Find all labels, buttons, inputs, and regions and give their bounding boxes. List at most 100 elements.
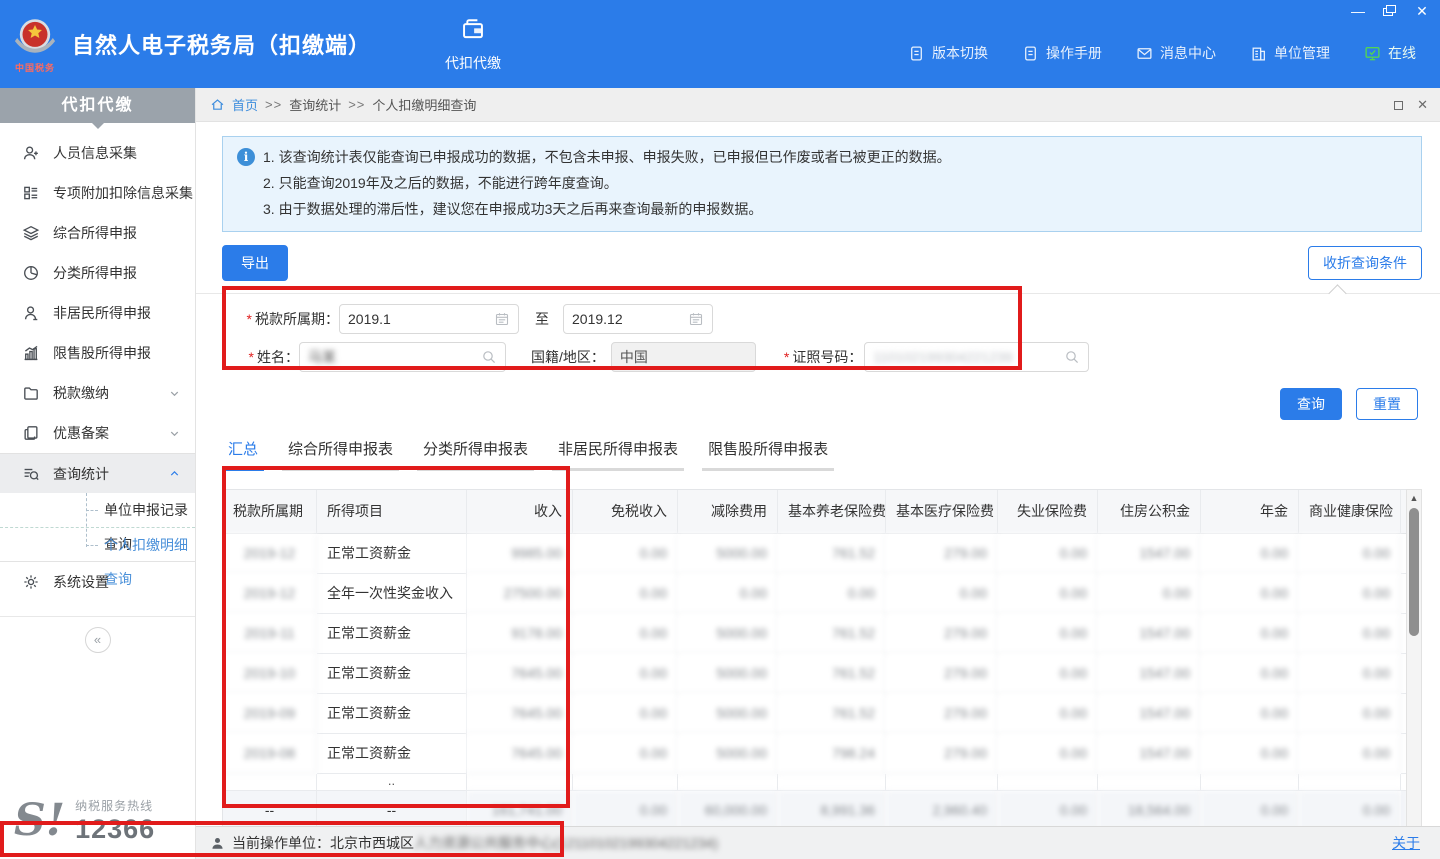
layers-icon bbox=[22, 224, 40, 242]
panel-maximize-button[interactable] bbox=[1394, 101, 1403, 110]
table-cell: 7645.00 bbox=[467, 734, 573, 774]
table-cell: 0.00 bbox=[1299, 734, 1401, 774]
info-icon: i bbox=[237, 148, 255, 166]
sidebar-item-nonresident-income-declaration[interactable]: 非居民所得申报 bbox=[0, 293, 195, 333]
table-cell: 1547.00 bbox=[1098, 614, 1201, 654]
sidebar-item-special-additional-deduction[interactable]: 专项附加扣除信息采集 bbox=[0, 173, 195, 213]
sidebar-item-restricted-shares-declaration[interactable]: 限售股所得申报 bbox=[0, 333, 195, 373]
search-list-icon bbox=[22, 465, 40, 483]
tab-comprehensive-report[interactable]: 综合所得申报表 bbox=[282, 438, 399, 471]
sidebar-item-personnel-info-collection[interactable]: 人员信息采集 bbox=[0, 133, 195, 173]
column-header: 减除费用 bbox=[678, 490, 778, 534]
table-cell-partial bbox=[998, 774, 1098, 791]
calendar-icon bbox=[688, 311, 704, 327]
tab-restricted-shares-report[interactable]: 限售股所得申报表 bbox=[702, 438, 834, 471]
tab-classified-report[interactable]: 分类所得申报表 bbox=[417, 438, 534, 471]
sidebar-subitem-unit-declaration-records-query[interactable]: 单位申报记录查询 bbox=[0, 493, 195, 527]
filters-row-period: *税款所属期： 2019.1 至 2019.12 bbox=[196, 304, 1440, 334]
vertical-scroll-thumb[interactable] bbox=[1409, 508, 1419, 636]
table-cell: 0.00 bbox=[1299, 614, 1401, 654]
summary-cell: -- bbox=[317, 791, 467, 826]
query-buttons-row: 查询 重置 bbox=[196, 388, 1418, 420]
content-area: i1. 该查询统计表仅能查询已申报成功的数据，不包含未申报、申报失败，已申报但已… bbox=[196, 122, 1440, 826]
notice-text: 2. 只能查询2019年及之后的数据，不能进行跨年度查询。 bbox=[263, 170, 618, 196]
table-cell: 0.00 bbox=[1201, 614, 1299, 654]
collapse-filters-button[interactable]: 收折查询条件 bbox=[1308, 246, 1422, 280]
column-header: 所得项目 bbox=[317, 490, 467, 534]
scroll-up-arrow[interactable]: ▲ bbox=[1407, 491, 1421, 505]
table-cell: 0.00 bbox=[998, 534, 1098, 574]
mail-icon bbox=[1136, 45, 1153, 62]
table-cell: 279.00 bbox=[886, 614, 998, 654]
table-cell: 0.00 bbox=[1201, 694, 1299, 734]
app-header: 中国税务 自然人电子税务局（扣缴端） 代扣代缴 版本切换操作手册消息中心单位管理… bbox=[0, 0, 1440, 88]
breadcrumb-separator: >> bbox=[348, 97, 365, 112]
sidebar-item-system-settings[interactable]: 系统设置 bbox=[0, 562, 195, 602]
period-to-word: 至 bbox=[535, 309, 549, 329]
table-cell: 0.00 bbox=[1201, 574, 1299, 614]
header-menu-version-switch[interactable]: 版本切换 bbox=[908, 43, 988, 63]
table-cell: 0.00 bbox=[778, 574, 886, 614]
name-label: *姓名： bbox=[196, 347, 299, 367]
sidebar-item-label: 分类所得申报 bbox=[53, 263, 137, 283]
table-cell: 0.00 bbox=[1299, 654, 1401, 694]
sidebar-item-query-statistics[interactable]: 查询统计 bbox=[0, 453, 195, 493]
table-cell: 0.00 bbox=[1201, 654, 1299, 694]
header-menu-manual[interactable]: 操作手册 bbox=[1022, 43, 1102, 63]
breadcrumb-item-query-statistics[interactable]: 查询统计 bbox=[289, 95, 341, 114]
panel-controls: ✕ bbox=[1394, 88, 1428, 122]
header-menu-unit-management[interactable]: 单位管理 bbox=[1250, 43, 1330, 63]
sidebar-subitem-personal-withholding-details-query[interactable]: 个人扣缴明细查询 bbox=[0, 527, 195, 561]
sidebar: 代扣代缴 人员信息采集专项附加扣除信息采集综合所得申报分类所得申报非居民所得申报… bbox=[0, 88, 196, 859]
header-tab-withholding[interactable]: 代扣代缴 bbox=[431, 16, 515, 73]
period-from-input[interactable]: 2019.1 bbox=[339, 304, 519, 334]
tab-nonresident-report[interactable]: 非居民所得申报表 bbox=[552, 438, 684, 471]
table-cell: 0.00 bbox=[1299, 574, 1401, 614]
panel-close-button[interactable]: ✕ bbox=[1417, 97, 1428, 113]
results-table: 税款所属期所得项目收入免税收入减除费用基本养老保险费基本医疗保险费失业保险费住房… bbox=[222, 489, 1406, 826]
table-cell: 1547.00 bbox=[1098, 734, 1201, 774]
table-cell: 2019-08 bbox=[223, 734, 317, 774]
about-link[interactable]: 关于 bbox=[1392, 833, 1420, 853]
query-button[interactable]: 查询 bbox=[1280, 388, 1342, 420]
export-button[interactable]: 导出 bbox=[222, 245, 288, 281]
wallet-icon bbox=[460, 16, 486, 42]
column-header: 基本养老保险费 bbox=[778, 490, 886, 534]
breadcrumb: 首页 >> 查询统计 >> 个人扣缴明细查询 ✕ bbox=[196, 88, 1440, 122]
table-cell-partial bbox=[886, 774, 998, 791]
sidebar-item-preferential-filing[interactable]: 优惠备案 bbox=[0, 413, 195, 453]
table-cell: 0.00 bbox=[998, 734, 1098, 774]
table-cell: 全年一次性奖金收入 bbox=[317, 574, 467, 614]
sidebar-item-comprehensive-income-declaration[interactable]: 综合所得申报 bbox=[0, 213, 195, 253]
sidebar-item-classified-income-declaration[interactable]: 分类所得申报 bbox=[0, 253, 195, 293]
minimize-button[interactable]: — bbox=[1350, 4, 1366, 18]
table-cell: 5000.00 bbox=[678, 614, 778, 654]
id-number-input[interactable]: 110102199304221239 bbox=[864, 342, 1089, 372]
tax-emblem-logo: 中国税务 bbox=[8, 13, 62, 79]
tab-summary[interactable]: 汇总 bbox=[222, 438, 264, 471]
breadcrumb-home[interactable]: 首页 bbox=[232, 95, 258, 114]
sidebar-collapse-button[interactable]: « bbox=[85, 627, 111, 653]
table-cell: 5000.00 bbox=[678, 534, 778, 574]
table-cell: 0.00 bbox=[573, 654, 678, 694]
person-icon bbox=[210, 836, 225, 851]
header-menu-message-center[interactable]: 消息中心 bbox=[1136, 43, 1216, 63]
summary-cell: 161,741.00 bbox=[467, 791, 573, 826]
table-cell: 0.00 bbox=[998, 574, 1098, 614]
restore-button[interactable] bbox=[1382, 4, 1398, 18]
table-cell-partial bbox=[1098, 774, 1201, 791]
breadcrumb-separator: >> bbox=[265, 97, 282, 112]
table-cell: 1547.00 bbox=[1098, 534, 1201, 574]
reset-button[interactable]: 重置 bbox=[1356, 388, 1418, 420]
header-menu-online-status[interactable]: 在线 bbox=[1364, 43, 1416, 63]
close-button[interactable]: ✕ bbox=[1414, 4, 1430, 18]
table-cell-partial bbox=[1201, 774, 1299, 791]
sidebar-item-tax-payment[interactable]: 税款缴纳 bbox=[0, 373, 195, 413]
table-cell: 0.00 bbox=[573, 574, 678, 614]
table-cell: 0.00 bbox=[573, 614, 678, 654]
required-asterisk: * bbox=[784, 349, 789, 365]
vertical-scrollbar: ▲ ▼ bbox=[1406, 489, 1422, 826]
name-input[interactable]: 马某 bbox=[299, 342, 506, 372]
table-cell: 2019-12 bbox=[223, 574, 317, 614]
period-to-input[interactable]: 2019.12 bbox=[563, 304, 713, 334]
